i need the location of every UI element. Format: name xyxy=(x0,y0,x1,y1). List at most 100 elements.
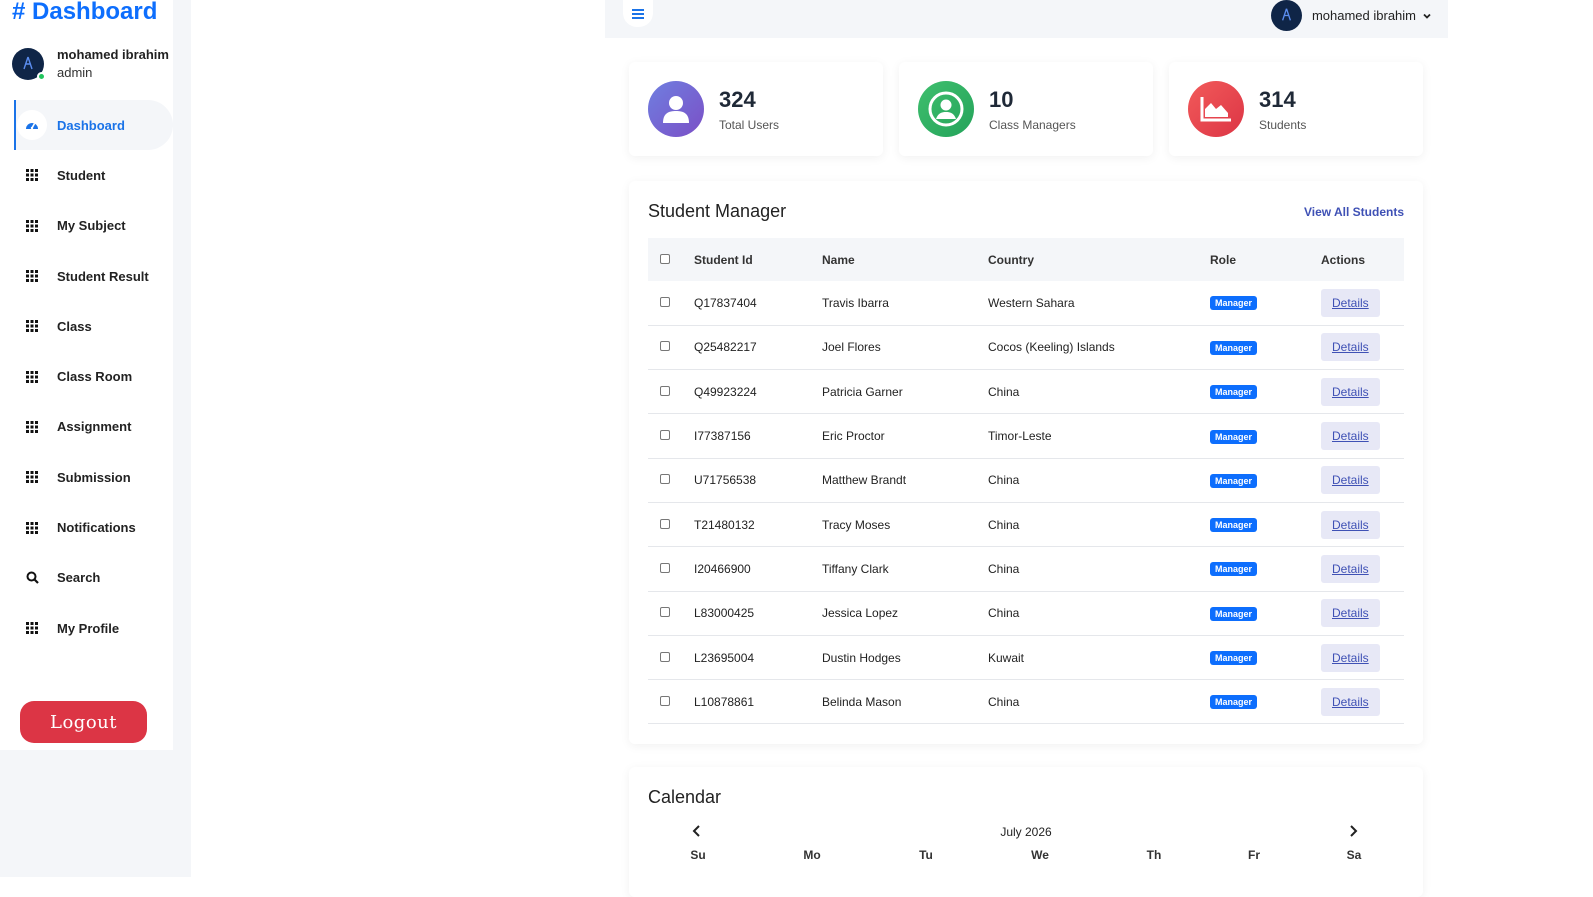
avatar xyxy=(12,48,46,81)
sidebar-menu: Dashboard Student My Subject Student Result… xyxy=(14,100,173,653)
row-checkbox[interactable] xyxy=(660,695,670,706)
details-button[interactable]: Details xyxy=(1321,422,1380,451)
table-row: Q25482217 Joel Flores Cocos (Keeling) Isla… xyxy=(648,325,1404,370)
sidebar-profile: mohamed ibrahim admin xyxy=(12,46,169,82)
menu-toggle-button[interactable] xyxy=(623,0,653,27)
cell-student-id: L83000425 xyxy=(694,606,755,621)
sidebar-item-student-result[interactable]: Student Result xyxy=(14,251,173,301)
table-row: Q49923224 Patricia Garner China Manager Deta… xyxy=(648,370,1404,414)
sidebar-item-label: Dashboard xyxy=(57,117,125,133)
column-header-actions: Actions xyxy=(1321,252,1366,267)
cell-student-id: I77387156 xyxy=(694,429,751,444)
table-row: Q17837404 Travis Ibarra Western Sahara Mana… xyxy=(648,281,1404,326)
row-checkbox[interactable] xyxy=(660,607,670,618)
calendar-month: July 2026 xyxy=(1000,825,1052,839)
row-checkbox[interactable] xyxy=(660,296,670,307)
sidebar-item-student[interactable]: Student xyxy=(14,150,173,200)
calendar-weekday: Sa xyxy=(1346,848,1362,862)
details-button[interactable]: Details xyxy=(1321,466,1380,495)
details-button[interactable]: Details xyxy=(1321,288,1380,317)
grid-icon xyxy=(17,462,47,493)
grid-icon xyxy=(17,311,47,342)
cell-country: Western Sahara xyxy=(988,295,1075,310)
cell-country: China xyxy=(988,561,1020,576)
sidebar-item-label: Submission xyxy=(57,469,131,485)
stat-label: Students xyxy=(1259,118,1307,132)
row-checkbox[interactable] xyxy=(660,430,670,441)
details-button[interactable]: Details xyxy=(1321,510,1380,539)
sidebar-item-label: Assignment xyxy=(57,419,132,435)
details-button[interactable]: Details xyxy=(1321,687,1380,716)
row-checkbox[interactable] xyxy=(660,562,670,573)
calendar-weekday: Tu xyxy=(919,848,933,862)
cell-name: Eric Proctor xyxy=(822,429,885,444)
student-manager-card: Student Manager View All Students Studen… xyxy=(629,181,1423,744)
sidebar-item-label: My Subject xyxy=(57,218,126,234)
role-badge: Manager xyxy=(1210,473,1258,488)
sidebar-item-label: Student Result xyxy=(57,268,149,284)
role-badge: Manager xyxy=(1210,518,1258,533)
details-button[interactable]: Details xyxy=(1321,599,1380,628)
stat-value: 314 xyxy=(1259,87,1296,112)
cell-name: Dustin Hodges xyxy=(822,650,901,665)
details-button[interactable]: Details xyxy=(1321,643,1380,672)
online-status-dot xyxy=(37,72,46,81)
grid-icon xyxy=(17,411,47,442)
sidebar-item-assignment[interactable]: Assignment xyxy=(14,402,173,452)
row-checkbox[interactable] xyxy=(660,385,670,396)
stat-value: 10 xyxy=(989,87,1014,112)
cell-country: China xyxy=(988,694,1020,709)
user-menu-dropdown[interactable]: mohamed ibrahim xyxy=(1270,0,1432,31)
sidebar-item-dashboard[interactable]: Dashboard xyxy=(14,100,173,151)
sidebar-item-my-profile[interactable]: My Profile xyxy=(14,603,173,653)
details-button[interactable]: Details xyxy=(1321,333,1380,362)
brand-title[interactable]: # Dashboard xyxy=(12,0,157,26)
grid-icon xyxy=(17,210,47,241)
calendar-weekday: Mo xyxy=(803,848,821,862)
calendar-weekday: Fr xyxy=(1248,848,1260,862)
row-checkbox[interactable] xyxy=(660,341,670,352)
table-row: L10878861 Belinda Mason China Manager Detail… xyxy=(648,680,1404,724)
row-checkbox[interactable] xyxy=(660,651,670,662)
cell-name: Joel Flores xyxy=(822,340,881,355)
cell-country: China xyxy=(988,473,1020,488)
calendar-weekday: We xyxy=(1031,848,1049,862)
calendar-card: Calendar July 2026 Su Mo Tu We Th Fr Sa xyxy=(629,767,1423,897)
details-button[interactable]: Details xyxy=(1321,554,1380,583)
sidebar: # Dashboard mohamed ibrahim admin Dashbo… xyxy=(0,0,191,877)
sidebar-item-search[interactable]: Search xyxy=(14,553,173,603)
sidebar-item-class[interactable]: Class xyxy=(14,301,173,351)
role-badge: Manager xyxy=(1210,695,1258,710)
sidebar-item-submission[interactable]: Submission xyxy=(14,452,173,502)
grid-icon xyxy=(17,160,47,191)
stat-card-class-managers: 10 Class Managers xyxy=(899,62,1153,156)
sidebar-item-class-room[interactable]: Class Room xyxy=(14,351,173,401)
cell-country: Timor-Leste xyxy=(988,429,1052,444)
student-manager-title: Student Manager xyxy=(648,201,787,221)
column-header-role: Role xyxy=(1210,252,1237,267)
sidebar-item-label: Class Room xyxy=(57,369,133,385)
chevron-right-icon[interactable] xyxy=(1347,824,1359,838)
details-button[interactable]: Details xyxy=(1321,377,1380,406)
avatar xyxy=(1270,0,1302,31)
cell-student-id: Q25482217 xyxy=(694,340,757,355)
sidebar-item-notifications[interactable]: Notifications xyxy=(14,502,173,552)
view-all-students-link[interactable]: View All Students xyxy=(1304,205,1404,219)
row-checkbox[interactable] xyxy=(660,474,670,485)
stat-card-students: 314 Students xyxy=(1169,62,1423,156)
cell-student-id: Q17837404 xyxy=(694,295,757,310)
grid-icon xyxy=(17,361,47,392)
search-icon xyxy=(17,562,47,593)
row-checkbox[interactable] xyxy=(660,518,670,529)
sidebar-item-my-subject[interactable]: My Subject xyxy=(14,201,173,251)
calendar-weekdays: Su Mo Tu We Th Fr Sa xyxy=(648,848,1404,862)
table-row: I77387156 Eric Proctor Timor-Leste Manager D… xyxy=(648,414,1404,459)
cell-student-id: L10878861 xyxy=(694,694,755,709)
table-row: L23695004 Dustin Hodges Kuwait Manager Detai… xyxy=(648,635,1404,680)
sidebar-user-role: admin xyxy=(57,65,93,80)
select-all-checkbox[interactable] xyxy=(660,253,670,264)
table-row: T21480132 Tracy Moses China Manager Details xyxy=(648,502,1404,547)
cell-country: China xyxy=(988,384,1020,399)
logout-button[interactable]: Logout xyxy=(20,701,147,743)
cell-student-id: Q49923224 xyxy=(694,384,757,399)
